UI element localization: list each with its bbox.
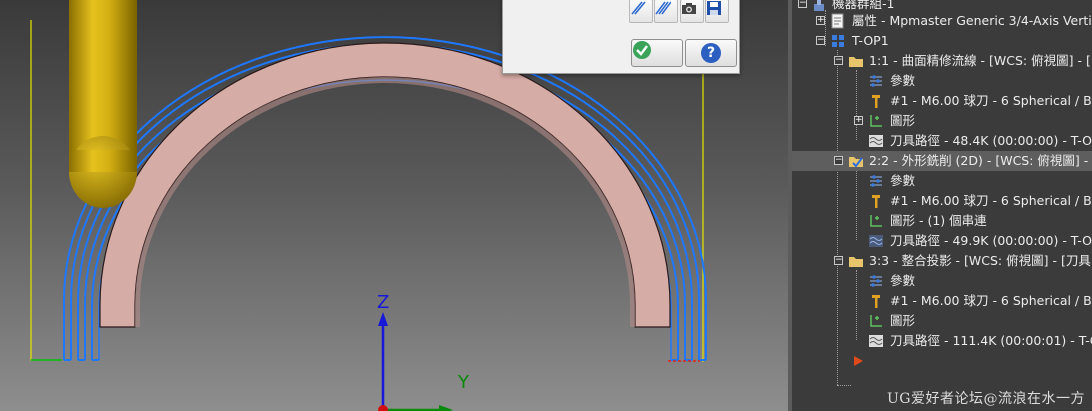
tree-label: 圖形 - (1) 個串連 (890, 213, 987, 228)
parameters-icon (870, 75, 882, 87)
cutting-tool (69, 0, 137, 208)
collapse-toggle[interactable]: − (834, 156, 843, 165)
tree-label: 1:1 - 曲面精修流線 - [WCS: 俯視圖] - [ (869, 53, 1091, 68)
tree-label: #1 - M6.00 球刀 - 6 Spherical / Ba (890, 193, 1092, 208)
folder-icon (849, 57, 863, 67)
tree-toolpath[interactable]: 刀具路徑 - 48.4K (00:00:00) - T-O (792, 131, 1092, 151)
tree-geometry[interactable]: 圖形 - (1) 個串連 (792, 211, 1092, 231)
axis-z-label: Z (377, 292, 390, 313)
help-icon: ? (701, 43, 721, 63)
tree-label: 刀具路徑 - 49.9K (00:00:00) - T-O (890, 233, 1092, 248)
tree-label: 刀具路徑 - 48.4K (00:00:00) - T-O (890, 133, 1092, 148)
tree-label: 2:2 - 外形銑削 (2D) - [WCS: 俯視圖] - [ (869, 153, 1092, 168)
tree-label: 參數 (890, 73, 916, 88)
folder-check-icon (849, 157, 863, 168)
tree-label: 刀具路徑 - 111.4K (00:00:01) - T-C (890, 333, 1092, 348)
tree-toolpath[interactable]: 刀具路徑 - 49.9K (00:00:00) - T-O (792, 231, 1092, 251)
graphics-viewport[interactable]: Z Y ? (0, 0, 788, 411)
tree-tool[interactable]: #1 - M6.00 球刀 - 6 Spherical / Ba (792, 191, 1092, 211)
expand-toggle[interactable]: + (854, 116, 863, 125)
tree-tool[interactable]: #1 - M6.00 球刀 - 6 Spherical / Ba (792, 91, 1092, 111)
insert-arrow-icon[interactable] (852, 355, 864, 367)
tree-parameters[interactable]: 參數 (792, 171, 1092, 191)
tree-operation-2[interactable]: − 2:2 - 外形銑削 (2D) - [WCS: 俯視圖] - [ (792, 151, 1092, 171)
document-icon (831, 13, 844, 29)
toolpath-icon (869, 135, 883, 147)
tree-tool[interactable]: #1 - M6.00 球刀 - 6 Spherical / Ba (792, 291, 1092, 311)
parameters-icon (870, 175, 882, 187)
tool-icon (872, 295, 880, 308)
tree-label: 3:3 - 整合投影 - [WCS: 俯視圖] - [刀具 (869, 253, 1091, 268)
camera-button[interactable] (680, 0, 704, 23)
tree-label: 圖形 (890, 113, 916, 128)
geometry-icon (870, 115, 882, 127)
tree-label: 參數 (890, 173, 916, 188)
axis-y-label: Y (458, 372, 469, 393)
tree-parameters[interactable]: 參數 (792, 71, 1092, 91)
camera-icon (682, 3, 696, 14)
boundary-line-left (30, 20, 62, 361)
tree-parameters[interactable]: 參數 (792, 271, 1092, 291)
tree-label: 屬性 - Mpmaster Generic 3/4-Axis Vertic (852, 13, 1092, 28)
geometry-icon (870, 215, 882, 227)
tree-geometry[interactable]: + 圖形 (792, 111, 1092, 131)
collapse-toggle[interactable]: − (834, 256, 843, 265)
collapse-toggle[interactable]: − (816, 36, 825, 45)
tree-properties[interactable]: + 屬性 - Mpmaster Generic 3/4-Axis Vertic (792, 11, 1092, 31)
hatch-button[interactable] (629, 0, 653, 23)
tree-label: T-OP1 (852, 33, 889, 48)
parameters-icon (870, 275, 882, 287)
tree-label: 圖形 (890, 313, 916, 328)
tree-label: 參數 (890, 273, 916, 288)
save-icon (707, 1, 721, 15)
hatch-double-button[interactable] (654, 0, 678, 23)
toolpath-icon (869, 235, 883, 247)
collapse-toggle[interactable]: − (834, 56, 843, 65)
tree-toolpath[interactable]: 刀具路徑 - 111.4K (00:00:01) - T-C (792, 331, 1092, 351)
folder-icon (849, 257, 863, 267)
operations-tree[interactable]: − 機器群組-1 + 屬性 - Mpmaster Generic 3/4-Axi… (792, 0, 1092, 411)
tree-toolgroup[interactable]: − T-OP1 (792, 31, 1092, 51)
tool-icon (872, 95, 880, 108)
help-button[interactable]: ? (685, 39, 737, 67)
collapse-toggle[interactable]: − (798, 0, 807, 8)
check-icon (633, 41, 651, 59)
expand-toggle[interactable]: + (816, 16, 825, 25)
save-button[interactable] (705, 0, 729, 23)
arch-part (99, 42, 671, 328)
tree-operation-1[interactable]: − 1:1 - 曲面精修流線 - [WCS: 俯視圖] - [ (792, 51, 1092, 71)
tree-label: #1 - M6.00 球刀 - 6 Spherical / Ba (890, 93, 1092, 108)
tree-geometry[interactable]: 圖形 (792, 311, 1092, 331)
hatch-icon (631, 1, 646, 15)
toolpath-dialog: ? (502, 0, 740, 74)
ok-button[interactable] (631, 39, 683, 67)
axis-triad (378, 312, 453, 411)
hatch-double-icon (655, 1, 671, 15)
tool-icon (872, 195, 880, 208)
geometry-icon (870, 315, 882, 327)
toolgroup-icon (832, 35, 844, 47)
toolpath-icon (869, 335, 883, 347)
watermark: UG爱好者论坛@流浪在水一方 (887, 391, 1085, 407)
tree-label: #1 - M6.00 球刀 - 6 Spherical / Ba (890, 293, 1092, 308)
tree-operation-3[interactable]: − 3:3 - 整合投影 - [WCS: 俯視圖] - [刀具 (792, 251, 1092, 271)
